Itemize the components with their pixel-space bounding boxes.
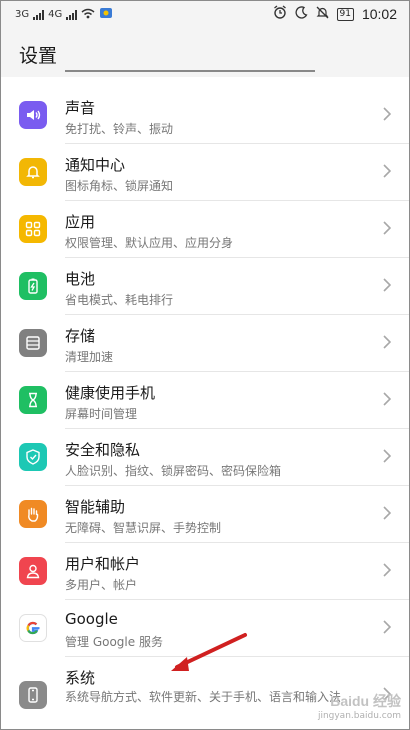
settings-item-8[interactable]: 用户和帐户多用户、帐户 [1,543,409,600]
chevron-right-icon [383,221,391,235]
settings-item-description: 无障碍、智慧识屏、手势控制 [65,521,222,535]
signal-icon [33,9,45,20]
watermark: Baidu 经验 jingyan.baidu.com [318,691,401,721]
app-notification-icon [99,7,113,22]
settings-item-4[interactable]: 存储 清理加速 [1,315,409,372]
clipped-row-text [65,65,315,77]
alarm-icon [273,5,287,23]
settings-item-6[interactable]: 安全和隐私人脸识别、指纹、锁屏密码、密码保险箱 [1,429,409,486]
google-icon [19,614,47,642]
watermark-brand: Baidu 经验 [330,693,401,709]
settings-item-description: 省电模式、耗电排行 [65,293,174,307]
phone-icon [19,681,47,709]
settings-item-label: 声音 [65,99,96,117]
settings-item-label: 应用 [65,213,96,231]
settings-item-description: 管理 Google 服务 [65,635,163,649]
settings-item-description: 图标角标、锁屏通知 [65,179,174,193]
moon-icon [294,5,308,23]
settings-item-7[interactable]: 智能辅助无障碍、智慧识屏、手势控制 [1,486,409,543]
settings-item-label: 电池 [65,270,96,288]
settings-item-label: 智能辅助 [65,498,126,516]
chevron-right-icon [383,107,391,121]
annotation-arrow [171,633,247,671]
shield-icon [19,443,47,471]
settings-item-description: 人脸识别、指纹、锁屏密码、密码保险箱 [65,464,282,478]
storage-icon [19,329,47,357]
settings-item-2[interactable]: 应用权限管理、默认应用、应用分身 [1,201,409,258]
battery-indicator: 91 [336,7,354,21]
settings-item-3[interactable]: 电池省电模式、耗电排行 [1,258,409,315]
page-title: 设置 [19,45,58,67]
chevron-right-icon [383,164,391,178]
bell-icon [19,158,47,186]
screen: 3G 4G 91 10:02 设置 声音 免打扰、铃声、振动 通知中心 图标角标… [0,0,410,730]
settings-item-1[interactable]: 通知中心图标角标、锁屏通知 [1,144,409,201]
chevron-right-icon [383,335,391,349]
settings-item-label: 用户和帐户 [65,555,141,573]
settings-item-description: 免打扰、铃声、振动 [65,122,174,136]
chevron-right-icon [383,506,391,520]
clock: 10:02 [361,6,397,22]
chevron-right-icon [383,620,391,634]
settings-item-description: 屏幕时间管理 [65,407,138,421]
apps-grid-icon [19,215,47,243]
settings-item-description: 多用户、帐户 [65,578,138,592]
hand-icon [19,500,47,528]
settings-item-label: 通知中心 [65,156,126,174]
chevron-right-icon [383,449,391,463]
hourglass-icon [19,386,47,414]
wifi-icon [81,8,95,22]
settings-item-label: 安全和隐私 [65,441,141,459]
mute-icon [316,6,329,23]
status-bar: 3G 4G 91 10:02 [1,1,409,29]
chevron-right-icon [383,392,391,406]
settings-item-description: 清理加速 [65,350,114,364]
settings-item-5[interactable]: 健康使用手机屏幕时间管理 [1,372,409,429]
user-icon [19,557,47,585]
settings-item-label: 健康使用手机 [65,384,156,402]
chevron-right-icon [383,278,391,292]
status-left: 3G 4G [15,7,113,22]
battery-icon [19,272,47,300]
settings-item-description: 权限管理、默认应用、应用分身 [65,236,234,250]
settings-item-label: Google [65,610,118,628]
signal-icon-2 [66,9,78,20]
status-right: 91 10:02 [273,5,397,23]
signal-4g-label: 4G [48,9,63,20]
settings-item-label: 存储 [65,327,96,345]
volume-icon [19,101,47,129]
settings-item-label: 系统 [65,669,96,687]
watermark-url: jingyan.baidu.com [317,711,401,721]
chevron-right-icon [383,563,391,577]
signal-3g-label: 3G [15,9,30,20]
settings-item-0[interactable]: 声音免打扰、铃声、振动 [1,87,409,144]
